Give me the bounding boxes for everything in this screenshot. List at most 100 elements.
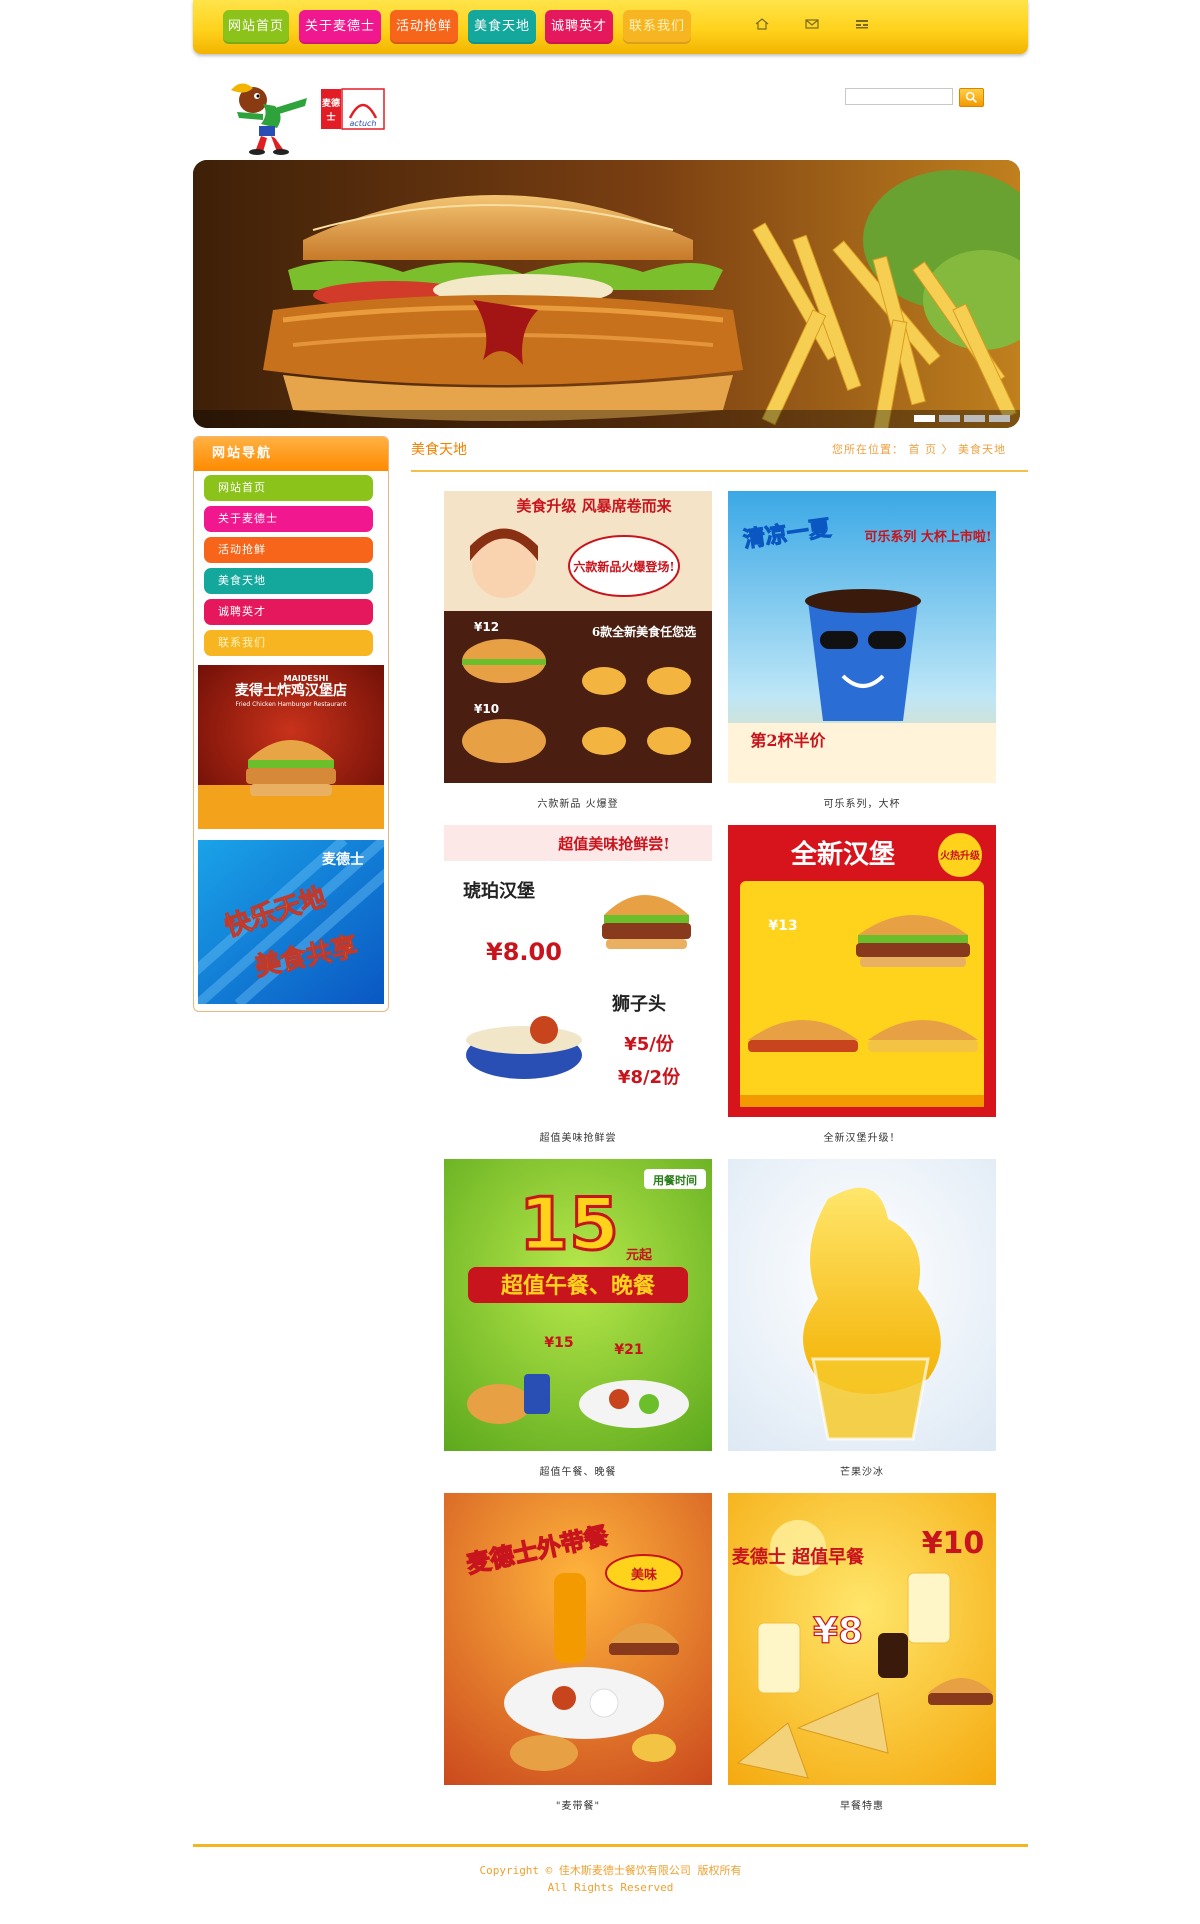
- nav-about[interactable]: 关于麦德士: [299, 10, 381, 44]
- sidebar-ad-restaurant[interactable]: MAIDESHI 麦得士炸鸡汉堡店 Fried Chicken Hamburge…: [198, 665, 384, 829]
- sitemap-icon[interactable]: [855, 18, 869, 30]
- nav-careers[interactable]: 诚聘英才: [545, 10, 613, 44]
- svg-text:可乐系列 大杯上市啦!: 可乐系列 大杯上市啦!: [864, 529, 991, 545]
- banner-dot[interactable]: [964, 415, 985, 422]
- nav-home[interactable]: 网站首页: [223, 10, 289, 44]
- svg-text:6款全新美食任您选: 6款全新美食任您选: [592, 624, 696, 639]
- breadcrumb-prefix: 您所在位置：: [832, 443, 904, 456]
- sidebar-item-food[interactable]: 美食天地: [204, 568, 373, 594]
- nav-contact[interactable]: 联系我们: [623, 10, 691, 44]
- rights-text: All Rights Reserved: [547, 1881, 674, 1894]
- svg-text:麦德士 超值早餐: 麦德士 超值早餐: [732, 1546, 865, 1568]
- sidebar-item-careers[interactable]: 诚聘英才: [204, 599, 373, 625]
- top-nav-bar: 网站首页 关于麦德士 活动抢鲜 美食天地 诚聘英才 联系我们: [193, 0, 1028, 54]
- svg-text:火热升级: 火热升级: [940, 849, 981, 862]
- banner-dot[interactable]: [989, 415, 1010, 422]
- banner-image: [193, 160, 1020, 428]
- svg-text:MAIDESHI: MAIDESHI: [284, 674, 329, 683]
- product-caption[interactable]: 六款新品 火爆登: [444, 795, 712, 810]
- product-caption[interactable]: 早餐特惠: [728, 1797, 996, 1812]
- svg-text:麦得士炸鸡汉堡店: 麦得士炸鸡汉堡店: [235, 682, 347, 699]
- sidebar: 网站导航 网站首页 关于麦德士 活动抢鲜 美食天地 诚聘英才 联系我们 MAID…: [193, 436, 389, 1012]
- product-caption[interactable]: 超值午餐、晚餐: [444, 1463, 712, 1478]
- product-card: 麦德士 超值早餐 ¥10 ¥8 早餐特惠: [728, 1493, 996, 1812]
- product-caption[interactable]: "麦带餐": [444, 1797, 712, 1812]
- banner-pager: [914, 415, 1010, 422]
- svg-text:¥8/2份: ¥8/2份: [618, 1066, 681, 1088]
- svg-text:¥5/份: ¥5/份: [624, 1033, 675, 1055]
- product-image[interactable]: 全新汉堡 火热升级 ¥13: [728, 825, 996, 1117]
- breadcrumb-home[interactable]: 首 页: [909, 443, 938, 456]
- mascot-logo[interactable]: [223, 68, 313, 156]
- breadcrumb-current[interactable]: 美食天地: [958, 443, 1006, 456]
- banner-dot[interactable]: [939, 415, 960, 422]
- svg-text:15: 15: [519, 1182, 619, 1266]
- svg-text:¥10: ¥10: [922, 1526, 985, 1561]
- sidebar-ad-happy[interactable]: 麦德士 快乐天地 美食共享: [198, 840, 384, 1004]
- svg-text:全新汉堡: 全新汉堡: [790, 839, 895, 870]
- banner-dot[interactable]: [914, 415, 935, 422]
- svg-text:麦德士: 麦德士: [322, 851, 364, 868]
- product-image[interactable]: 麦德士 超值早餐 ¥10 ¥8: [728, 1493, 996, 1785]
- svg-text:六款新品火爆登场!: 六款新品火爆登场!: [573, 559, 674, 574]
- footer: Copyright © 佳木斯麦德士餐饮有限公司 版权所有 All Rights…: [193, 1862, 1028, 1896]
- sidebar-item-contact[interactable]: 联系我们: [204, 630, 373, 656]
- mail-icon[interactable]: [805, 18, 819, 30]
- product-caption[interactable]: 可乐系列，大杯: [728, 795, 996, 810]
- svg-text:¥8.00: ¥8.00: [486, 938, 562, 966]
- sidebar-title: 网站导航: [194, 437, 388, 471]
- svg-text:元起: 元起: [626, 1247, 653, 1263]
- svg-text:用餐时间: 用餐时间: [653, 1173, 697, 1187]
- product-card: 超值美味抢鲜尝! 琥珀汉堡 ¥8.00 狮子头 ¥5/份 ¥8/2份 超值美味抢…: [444, 825, 712, 1144]
- svg-text:美味: 美味: [631, 1567, 657, 1583]
- title-divider: [411, 470, 1028, 472]
- product-image[interactable]: 超值美味抢鲜尝! 琥珀汉堡 ¥8.00 狮子头 ¥5/份 ¥8/2份: [444, 825, 712, 1117]
- svg-text:¥13: ¥13: [768, 918, 797, 934]
- home-icon[interactable]: [755, 18, 769, 30]
- product-card: 清凉一夏 可乐系列 大杯上市啦! 第2杯半价 可乐系列，大杯: [728, 491, 996, 810]
- product-caption[interactable]: 全新汉堡升级！: [728, 1129, 996, 1144]
- product-caption[interactable]: 超值美味抢鲜尝: [444, 1129, 712, 1144]
- sidebar-item-events[interactable]: 活动抢鲜: [204, 537, 373, 563]
- brand-logo[interactable]: 麦德 士 actuch: [320, 88, 385, 134]
- svg-text:Fried Chicken Hamburger Restau: Fried Chicken Hamburger Restaurant: [236, 701, 348, 708]
- product-image[interactable]: 15 元起 用餐时间 超值午餐、晚餐 ¥15 ¥21: [444, 1159, 712, 1451]
- product-card: 15 元起 用餐时间 超值午餐、晚餐 ¥15 ¥21 超值午餐、晚餐: [444, 1159, 712, 1478]
- svg-text:¥15: ¥15: [544, 1335, 573, 1351]
- product-card: 美食升级 风暴席卷而来 六款新品火爆登场! 6款全新美食任您选 ¥12 ¥10 …: [444, 491, 712, 810]
- copyright-text: Copyright © 佳木斯麦德士餐饮有限公司 版权所有: [479, 1864, 742, 1877]
- brand-logo-text: actuch: [350, 119, 377, 128]
- product-card: 芒果沙冰: [728, 1159, 996, 1478]
- svg-text:琥珀汉堡: 琥珀汉堡: [463, 880, 535, 902]
- breadcrumb-separator: 〉: [941, 443, 954, 456]
- product-image[interactable]: 清凉一夏 可乐系列 大杯上市啦! 第2杯半价: [728, 491, 996, 783]
- svg-text:麦德: 麦德: [322, 97, 340, 109]
- svg-text:超值午餐、晚餐: 超值午餐、晚餐: [501, 1273, 656, 1299]
- nav-food[interactable]: 美食天地: [468, 10, 536, 44]
- svg-text:第2杯半价: 第2杯半价: [750, 731, 826, 750]
- svg-text:美食升级 风暴席卷而来: 美食升级 风暴席卷而来: [516, 497, 672, 515]
- product-image[interactable]: 麦德士外带餐 美味: [444, 1493, 712, 1785]
- product-caption[interactable]: 芒果沙冰: [728, 1463, 996, 1478]
- product-card: 麦德士外带餐 美味 "麦带餐": [444, 1493, 712, 1812]
- search-input[interactable]: [845, 88, 953, 105]
- svg-text:士: 士: [326, 111, 335, 123]
- search-button[interactable]: [959, 88, 984, 107]
- footer-divider: [193, 1844, 1028, 1847]
- sidebar-item-home[interactable]: 网站首页: [204, 475, 373, 501]
- svg-text:¥10: ¥10: [474, 702, 499, 716]
- product-image[interactable]: 美食升级 风暴席卷而来 六款新品火爆登场! 6款全新美食任您选 ¥12 ¥10: [444, 491, 712, 783]
- sidebar-item-about[interactable]: 关于麦德士: [204, 506, 373, 532]
- svg-text:¥8: ¥8: [813, 1611, 863, 1652]
- product-card: 全新汉堡 火热升级 ¥13 全新汉堡升级！: [728, 825, 996, 1144]
- search-icon: [965, 91, 977, 103]
- svg-text:超值美味抢鲜尝!: 超值美味抢鲜尝!: [557, 835, 670, 853]
- svg-text:狮子头: 狮子头: [612, 994, 666, 1015]
- svg-text:¥21: ¥21: [614, 1342, 643, 1358]
- page-title: 美食天地: [411, 442, 467, 458]
- hero-banner[interactable]: [193, 160, 1020, 428]
- nav-events[interactable]: 活动抢鲜: [390, 10, 458, 44]
- svg-text:¥12: ¥12: [474, 620, 499, 634]
- product-image[interactable]: [728, 1159, 996, 1451]
- breadcrumb: 您所在位置： 首 页 〉 美食天地: [832, 441, 1006, 457]
